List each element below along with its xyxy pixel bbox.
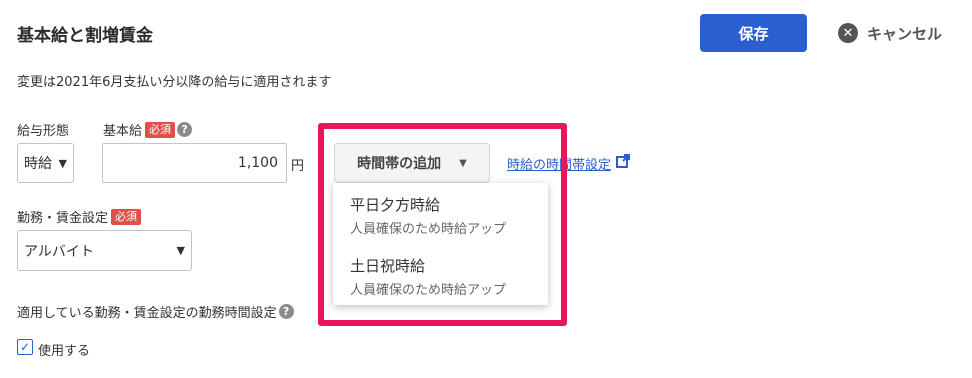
use-work-hours-label: 使用する [38, 344, 91, 359]
check-icon: ✓ [19, 340, 31, 354]
add-timeband-button[interactable]: 時間帯の追加 ▼ [334, 143, 490, 183]
help-icon[interactable]: ? [177, 122, 193, 137]
timeband-settings-link[interactable]: 時給の時間帯設定 [507, 153, 631, 173]
timeband-option[interactable]: 土日祝時給 人員確保のため時給アップ [350, 255, 506, 298]
pay-type-label: 給与形態 [17, 124, 70, 139]
work-setting-label-row: 勤務・賃金設定 必須 [17, 207, 142, 226]
work-hours-label: 適用している勤務・賃金設定の勤務時間設定 [17, 306, 277, 321]
add-timeband-label: 時間帯の追加 [357, 156, 442, 172]
page-title: 基本給と割増賃金 [17, 26, 153, 46]
timeband-option-name: 平日夕方時給 [350, 196, 441, 214]
base-pay-value: 1,100 [237, 155, 278, 171]
required-badge: 必須 [111, 208, 142, 225]
timeband-option[interactable]: 平日夕方時給 人員確保のため時給アップ [350, 194, 506, 237]
required-badge: 必須 [145, 121, 176, 138]
base-pay-unit: 円 [291, 159, 305, 174]
work-setting-select[interactable]: アルバイト ▼ [17, 230, 192, 271]
timeband-option-description: 人員確保のため時給アップ [350, 222, 507, 237]
timeband-option-description: 人員確保のため時給アップ [350, 283, 507, 298]
pay-type-select[interactable]: 時給 ▼ [17, 143, 74, 183]
work-setting-label: 勤務・賃金設定 [17, 211, 109, 226]
timeband-option-name: 土日祝時給 [350, 257, 426, 275]
help-icon[interactable]: ? [278, 304, 294, 319]
timeband-settings-label: 時給の時間帯設定 [507, 157, 612, 173]
chevron-down-icon: ▼ [176, 244, 185, 257]
work-hours-label-row: 適用している勤務・賃金設定の勤務時間設定 ? [17, 302, 294, 321]
timeband-dropdown-menu: 平日夕方時給 人員確保のため時給アップ 土日祝時給 人員確保のため時給アップ [333, 183, 548, 305]
pay-type-value: 時給 [24, 156, 52, 172]
base-pay-input[interactable]: 1,100 [102, 143, 287, 183]
save-button[interactable]: 保存 [700, 14, 807, 52]
cancel-button[interactable]: ✕ キャンセル [838, 20, 942, 46]
cancel-label: キャンセル [867, 24, 943, 43]
work-setting-value: アルバイト [24, 243, 94, 260]
chevron-down-icon: ▼ [58, 156, 67, 170]
external-link-icon [615, 153, 631, 173]
effective-date-notice: 変更は2021年6月支払い分以降の給与に適用されます [17, 75, 332, 90]
caret-down-icon: ▼ [459, 157, 467, 169]
close-icon: ✕ [838, 23, 858, 43]
use-work-hours-checkbox[interactable]: ✓ [17, 339, 33, 355]
base-pay-label-row: 基本給 必須 ? [103, 120, 193, 139]
base-pay-label: 基本給 [103, 124, 143, 139]
